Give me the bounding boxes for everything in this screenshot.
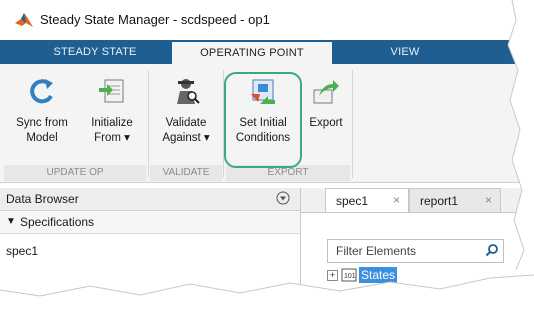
data-browser-header: Data Browser [0, 188, 300, 211]
document-area: spec1 × report1 × + 101 States [301, 188, 534, 309]
tree-node-states[interactable]: + 101 States [327, 267, 447, 285]
doc-tab-label: spec1 [336, 194, 369, 208]
title-bar: Steady State Manager - scdspeed - op1 [0, 0, 534, 40]
ribbon-tab-strip: STEADY STATE OPERATING POINT VIEW [0, 40, 534, 64]
export-icon [313, 80, 339, 104]
svg-text:101: 101 [344, 273, 356, 280]
filter-elements-input[interactable] [334, 242, 478, 260]
initialize-label-line1: Initialize [91, 117, 133, 129]
states-block-icon: 101 [341, 268, 357, 282]
matlab-logo-icon [15, 13, 33, 27]
validate-label-line2: Against ▾ [162, 132, 210, 144]
inputs-port-icon [342, 289, 356, 301]
document-body: + 101 States + Inputs [301, 212, 534, 309]
sync-label: Sync from Model [8, 116, 76, 146]
filter-elements-field[interactable] [327, 239, 504, 263]
sync-icon [30, 79, 53, 104]
panel-menu-icon[interactable] [276, 191, 290, 205]
initialize-from-button[interactable]: Initialize From ▾ [80, 64, 144, 164]
tab-steady-state[interactable]: STEADY STATE [30, 40, 160, 64]
initialize-icon [99, 79, 124, 103]
doc-tab-label: report1 [420, 194, 459, 208]
highlight-callout [224, 72, 302, 168]
expand-plus-icon[interactable]: + [327, 270, 338, 281]
initialize-label: Initialize From ▾ [80, 116, 144, 146]
expand-plus-icon[interactable]: + [327, 290, 338, 301]
data-browser-panel: Data Browser ▼ Specifications spec1 [0, 188, 301, 308]
tab-view[interactable]: VIEW [355, 40, 455, 64]
close-icon[interactable]: × [393, 193, 400, 207]
validate-label-line1: Validate [165, 117, 207, 129]
tab-operating-point[interactable]: OPERATING POINT [172, 42, 332, 64]
validate-label: Validate Against ▾ [150, 116, 222, 146]
specifications-label: Specifications [20, 215, 95, 229]
initialize-label-line2: From ▾ [94, 132, 130, 144]
sync-label-line1: Sync from [16, 117, 68, 129]
tree-label-states: States [359, 267, 398, 283]
validate-against-button[interactable]: Validate Against ▾ [150, 64, 222, 164]
export-label: Export [302, 116, 350, 131]
sync-label-line2: Model [26, 132, 58, 144]
group-label-update-op: UPDATE OP [4, 165, 146, 181]
tree-node-inputs[interactable]: + Inputs [327, 287, 447, 305]
export-label-line1: Export [309, 117, 343, 129]
doc-tab-spec1[interactable]: spec1 × [325, 188, 409, 213]
group-label-validate: VALIDATE [150, 165, 222, 181]
group-separator [148, 70, 149, 178]
tree-label-inputs: Inputs [361, 288, 394, 302]
sync-from-model-button[interactable]: Sync from Model [8, 64, 76, 164]
export-button[interactable]: Export [302, 64, 350, 164]
window-title: Steady State Manager - scdspeed - op1 [40, 12, 270, 27]
collapse-triangle-icon: ▼ [6, 216, 16, 227]
doc-tab-report1[interactable]: report1 × [409, 188, 501, 213]
close-icon[interactable]: × [485, 193, 492, 207]
steady-state-manager-window: Steady State Manager - scdspeed - op1 ST… [0, 0, 534, 309]
validate-icon [177, 79, 200, 104]
list-item-spec1[interactable]: spec1 [6, 244, 38, 258]
data-browser-title: Data Browser [6, 192, 79, 206]
specifications-section-header[interactable]: ▼ Specifications [0, 211, 300, 234]
search-icon[interactable] [485, 243, 499, 257]
group-separator [352, 70, 353, 178]
